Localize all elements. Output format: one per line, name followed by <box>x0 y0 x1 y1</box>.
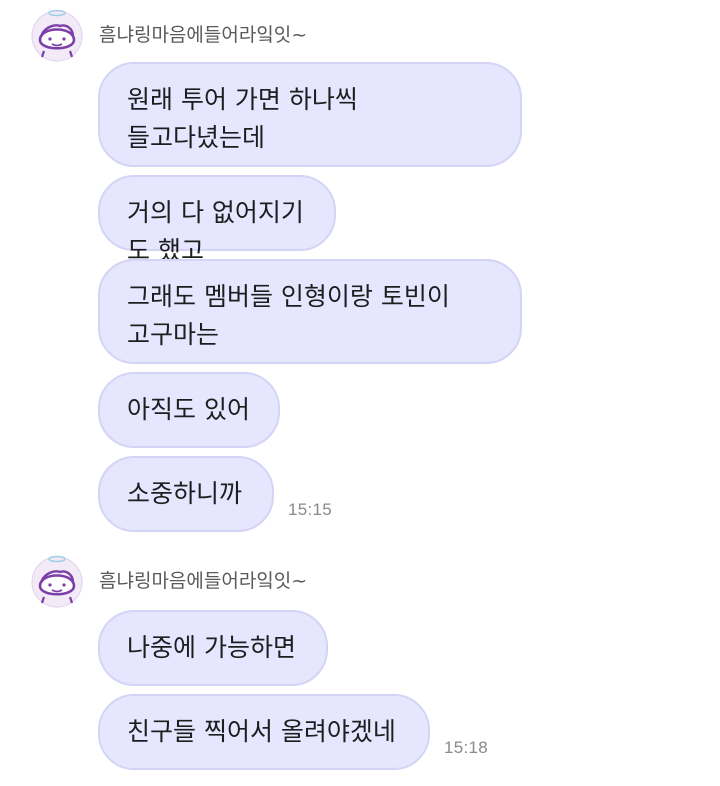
sender-name: 흠냐링마음에들어라잌잇~ <box>99 570 308 592</box>
message-timestamp: 15:18 <box>444 738 489 757</box>
avatar[interactable] <box>30 554 84 608</box>
sender-name: 흠냐링마음에들어라잌잇~ <box>99 24 308 46</box>
message-bubble[interactable]: 나중에 가능하면 <box>98 610 328 686</box>
avatar[interactable] <box>30 8 84 62</box>
avatar-face-icon <box>31 9 83 62</box>
message-bubble[interactable]: 소중하니까 <box>98 456 274 532</box>
message-bubble[interactable]: 거의 다 없어지기도 했고 <box>98 175 336 265</box>
message-bubble[interactable]: 친구들 찍어서 올려야겠네 <box>98 694 430 770</box>
message-bubble[interactable]: 아직도 있어 <box>98 372 280 448</box>
avatar-face-icon <box>31 555 83 608</box>
message-timestamp: 15:15 <box>288 500 333 519</box>
message-bubble[interactable]: 원래 투어 가면 하나씩 들고다녔는데 <box>98 62 522 167</box>
message-bubble[interactable]: 그래도 멤버들 인형이랑 토빈이 고구마는 <box>98 259 522 364</box>
